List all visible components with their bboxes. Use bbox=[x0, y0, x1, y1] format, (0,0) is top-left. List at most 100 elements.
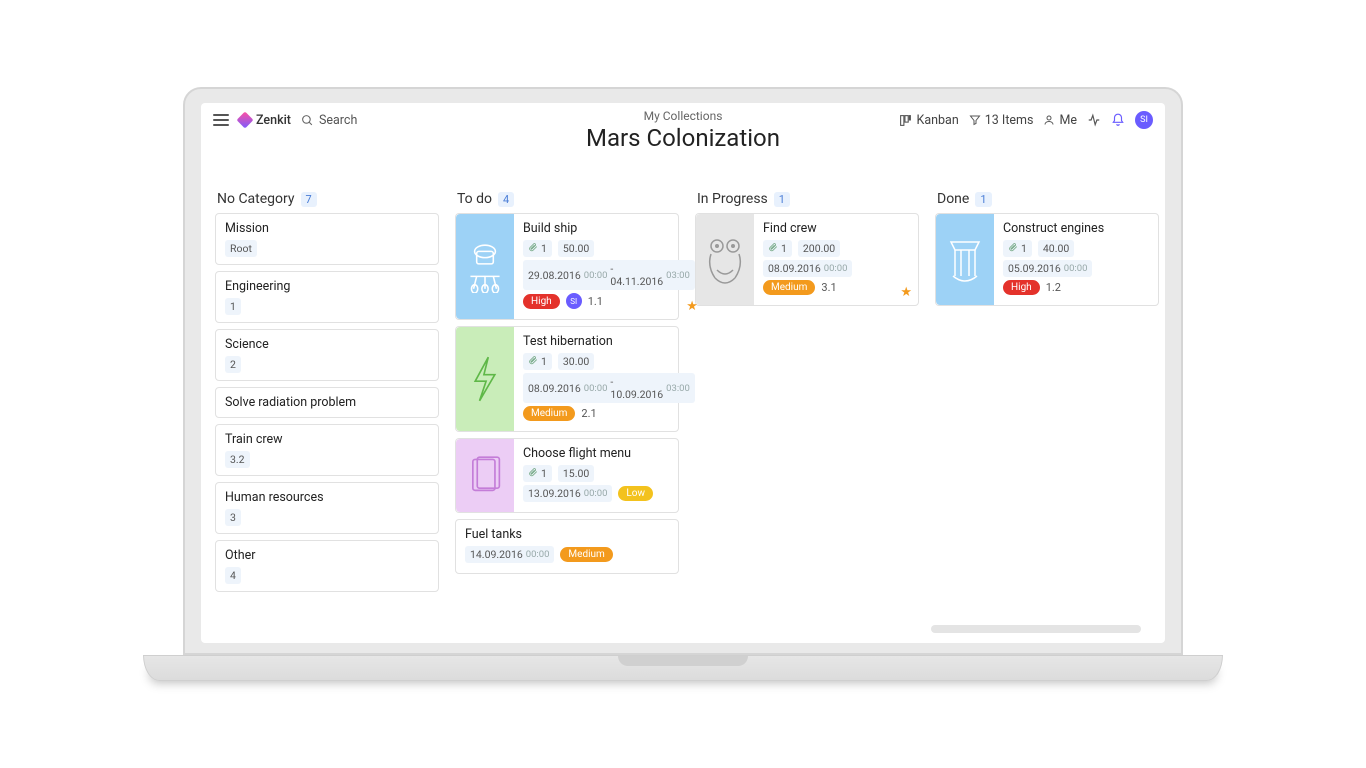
paperclip-icon bbox=[528, 467, 538, 480]
card-meta: 4 bbox=[225, 567, 241, 584]
card-thumbnail bbox=[456, 439, 514, 512]
kanban-card[interactable]: Test hibernation 1 30.00 08.09.2016 00:0… bbox=[455, 326, 679, 432]
card-title: Build ship bbox=[523, 221, 695, 236]
person-icon bbox=[1043, 114, 1055, 126]
page-title: Mars Colonization bbox=[586, 124, 780, 152]
kanban-card[interactable]: Build ship 1 50.00 29.08.2016 00:00 - 04… bbox=[455, 213, 679, 320]
card-meta: 2 bbox=[225, 356, 241, 373]
laptop-bezel: Zenkit Search My Collections Mars Coloni… bbox=[183, 87, 1183, 655]
kanban-card[interactable]: Fuel tanks 14.09.2016 00:00 Medium bbox=[455, 519, 679, 574]
card-title: Train crew bbox=[225, 432, 429, 447]
column-cards: Construct engines 1 40.00 05.09.2016 00:… bbox=[935, 213, 1159, 306]
header-center: My Collections Mars Colonization bbox=[586, 109, 780, 152]
card-thumbnail bbox=[456, 214, 514, 319]
card-cost: 40.00 bbox=[1038, 240, 1074, 257]
card-attachments: 1 bbox=[523, 353, 552, 370]
column-count: 7 bbox=[301, 192, 317, 207]
priority-badge: Medium bbox=[523, 406, 575, 421]
card-meta: 3 bbox=[225, 509, 241, 526]
kanban-card[interactable]: Mission Root bbox=[215, 213, 439, 265]
search-icon bbox=[301, 114, 314, 127]
laptop-notch bbox=[618, 656, 748, 666]
paperclip-icon bbox=[768, 242, 778, 255]
card-attachments: 1 bbox=[523, 465, 552, 482]
column-count: 4 bbox=[498, 192, 514, 207]
activity-icon[interactable] bbox=[1087, 113, 1101, 127]
card-title: Engineering bbox=[225, 279, 429, 294]
filter-icon bbox=[969, 114, 981, 126]
kanban-card[interactable]: Other 4 bbox=[215, 540, 439, 592]
kanban-card[interactable]: Choose flight menu 1 15.00 13.09.2016 00… bbox=[455, 438, 679, 513]
priority-badge: Low bbox=[618, 486, 653, 501]
column-title: To do bbox=[457, 191, 492, 207]
avatar[interactable]: SI bbox=[1135, 111, 1153, 129]
horizontal-scrollbar[interactable] bbox=[931, 625, 1141, 633]
paperclip-icon bbox=[528, 242, 538, 255]
paperclip-icon bbox=[1008, 242, 1018, 255]
kanban-column: In Progress 1 Find crew 1 200.00 08.09.2… bbox=[695, 191, 919, 306]
card-meta: Root bbox=[225, 240, 257, 257]
card-title: Fuel tanks bbox=[465, 527, 669, 542]
me-button[interactable]: Me bbox=[1043, 113, 1077, 128]
column-header[interactable]: Done 1 bbox=[935, 191, 1159, 213]
laptop-frame: Zenkit Search My Collections Mars Coloni… bbox=[183, 87, 1183, 681]
card-date-range: 08.09.2016 00:00 - 10.09.2016 03:00 bbox=[523, 373, 695, 403]
card-title: Test hibernation bbox=[523, 334, 695, 349]
card-date: 08.09.2016 00:00 bbox=[763, 260, 852, 277]
brand[interactable]: Zenkit bbox=[239, 113, 291, 128]
kanban-icon bbox=[899, 114, 912, 127]
column-header[interactable]: To do 4 bbox=[455, 191, 679, 213]
column-header[interactable]: No Category 7 bbox=[215, 191, 439, 213]
kanban-column: Done 1 Construct engines 1 40.00 05.09.2… bbox=[935, 191, 1159, 306]
card-title: Choose flight menu bbox=[523, 446, 669, 461]
card-thumbnail bbox=[696, 214, 754, 305]
items-count-label: 13 Items bbox=[985, 113, 1034, 128]
kanban-card[interactable]: Human resources 3 bbox=[215, 482, 439, 534]
kanban-column: To do 4 Build ship 1 50.00 29.08.2016 00… bbox=[455, 191, 679, 574]
column-header[interactable]: In Progress 1 bbox=[695, 191, 919, 213]
kanban-card[interactable]: Construct engines 1 40.00 05.09.2016 00:… bbox=[935, 213, 1159, 306]
card-thumbnail bbox=[936, 214, 994, 305]
menu-icon[interactable] bbox=[213, 114, 229, 126]
card-thumbnail bbox=[456, 327, 514, 431]
card-date-range: 29.08.2016 00:00 - 04.11.2016 03:00 bbox=[523, 260, 695, 290]
kanban-board: No Category 7 Mission Root Engineering 1… bbox=[201, 133, 1165, 643]
kanban-card[interactable]: Solve radiation problem bbox=[215, 387, 439, 418]
priority-badge: Medium bbox=[763, 280, 815, 295]
kanban-card[interactable]: Engineering 1 bbox=[215, 271, 439, 323]
column-title: No Category bbox=[217, 191, 295, 207]
card-title: Construct engines bbox=[1003, 221, 1149, 236]
star-icon[interactable]: ★ bbox=[686, 299, 698, 314]
card-date: 05.09.2016 00:00 bbox=[1003, 260, 1092, 277]
card-version: 1.2 bbox=[1046, 281, 1061, 294]
card-attachments: 1 bbox=[763, 240, 792, 257]
column-cards: Build ship 1 50.00 29.08.2016 00:00 - 04… bbox=[455, 213, 679, 574]
card-meta: 3.2 bbox=[225, 451, 250, 468]
card-cost: 200.00 bbox=[798, 240, 840, 257]
priority-badge: High bbox=[523, 294, 560, 309]
search-button[interactable]: Search bbox=[301, 113, 357, 128]
kanban-card[interactable]: Science 2 bbox=[215, 329, 439, 381]
star-icon[interactable]: ★ bbox=[900, 285, 912, 300]
card-title: Science bbox=[225, 337, 429, 352]
card-assignee: SI bbox=[566, 293, 582, 309]
card-cost: 15.00 bbox=[558, 465, 594, 482]
view-switcher[interactable]: Kanban bbox=[899, 113, 958, 128]
view-label: Kanban bbox=[916, 113, 958, 128]
card-attachments: 1 bbox=[1003, 240, 1032, 257]
kanban-card[interactable]: Train crew 3.2 bbox=[215, 424, 439, 476]
priority-badge: Medium bbox=[560, 547, 612, 562]
card-title: Mission bbox=[225, 221, 429, 236]
kanban-column: No Category 7 Mission Root Engineering 1… bbox=[215, 191, 439, 592]
brand-logo-icon bbox=[237, 112, 254, 129]
card-cost: 30.00 bbox=[558, 353, 594, 370]
priority-badge: High bbox=[1003, 280, 1040, 295]
column-count: 1 bbox=[975, 192, 991, 207]
me-label: Me bbox=[1059, 113, 1077, 128]
bell-icon[interactable] bbox=[1111, 113, 1125, 127]
filter-button[interactable]: 13 Items bbox=[969, 113, 1034, 128]
kanban-card[interactable]: Find crew 1 200.00 08.09.2016 00:00 Medi… bbox=[695, 213, 919, 306]
breadcrumb[interactable]: My Collections bbox=[586, 109, 780, 123]
app-screen: Zenkit Search My Collections Mars Coloni… bbox=[201, 103, 1165, 643]
card-title: Other bbox=[225, 548, 429, 563]
